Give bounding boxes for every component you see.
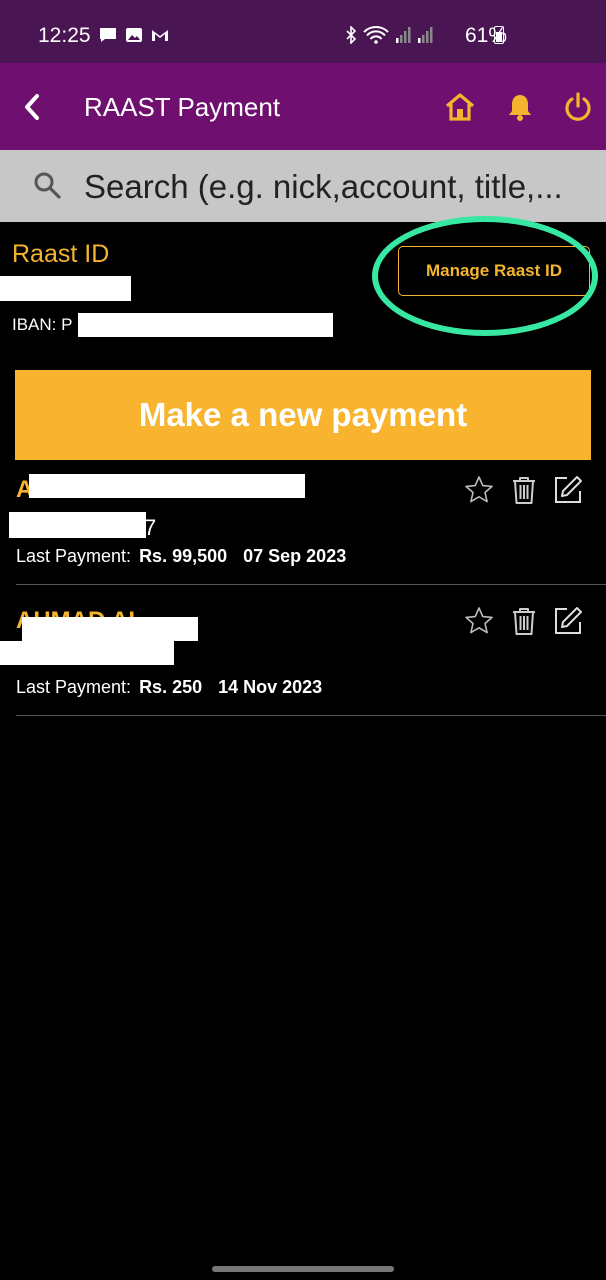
edit-icon[interactable] [552,474,584,506]
trash-icon[interactable] [508,474,540,506]
signal-icon [418,27,433,43]
back-arrow-icon[interactable] [18,90,48,124]
home-icon[interactable] [444,91,476,123]
power-icon[interactable] [562,91,594,123]
last-payment-line: Last Payment: Rs. 99,500 07 Sep 2023 [16,546,346,567]
bell-icon[interactable] [504,91,536,123]
image-icon [126,28,142,42]
manage-raast-id-button[interactable]: Manage Raast ID [398,246,590,296]
redacted-account [9,512,146,538]
redacted-account [0,641,174,665]
edit-icon[interactable] [552,605,584,637]
last-payment-label: Last Payment: [16,546,132,566]
raast-id-label: Raast ID [12,240,110,268]
star-icon[interactable] [463,605,495,637]
status-time: 12:25 [38,24,91,47]
wifi-icon [363,26,389,44]
notification-icons [99,27,169,43]
signal-icon [396,27,411,43]
status-bar: 12:25 61% [0,0,606,63]
app-bar: RAAST Payment [0,63,606,150]
divider [16,715,606,716]
battery-icon [494,26,504,44]
last-payment-date: 07 Sep 2023 [243,546,347,566]
redacted-name [29,474,305,498]
list-item[interactable]: AHMAD AL Last Payment:Rs. 25014 Nov 2023 [0,585,606,716]
last-payment-line: Last Payment: Rs. 250 14 Nov 2023 [16,677,322,698]
list-item[interactable]: A 7 Last Payment: Rs. 99,500 07 Sep 2023 [0,454,606,585]
search-input[interactable] [82,164,596,210]
redacted-raast-id [0,276,131,301]
bluetooth-icon [346,26,357,44]
last-payment-amount: Rs. 99,500 [139,546,228,566]
iban-label: IBAN: P [12,315,73,334]
system-icons [345,26,433,44]
home-indicator[interactable] [212,1266,394,1272]
redacted-iban [78,313,333,337]
star-icon[interactable] [463,474,495,506]
page-title: RAAST Payment [84,92,281,122]
last-payment-date: 14 Nov 2023 [218,677,323,697]
make-new-payment-button[interactable]: Make a new payment [15,370,591,460]
last-payment-label: Last Payment: [16,677,132,697]
trash-icon[interactable] [508,605,540,637]
gmail-icon [152,30,168,41]
last-payment-amount: Rs. 250 [139,677,203,697]
search-bar [0,150,606,222]
chat-icon [100,28,116,42]
redacted-name [22,617,198,641]
search-icon [34,172,61,199]
